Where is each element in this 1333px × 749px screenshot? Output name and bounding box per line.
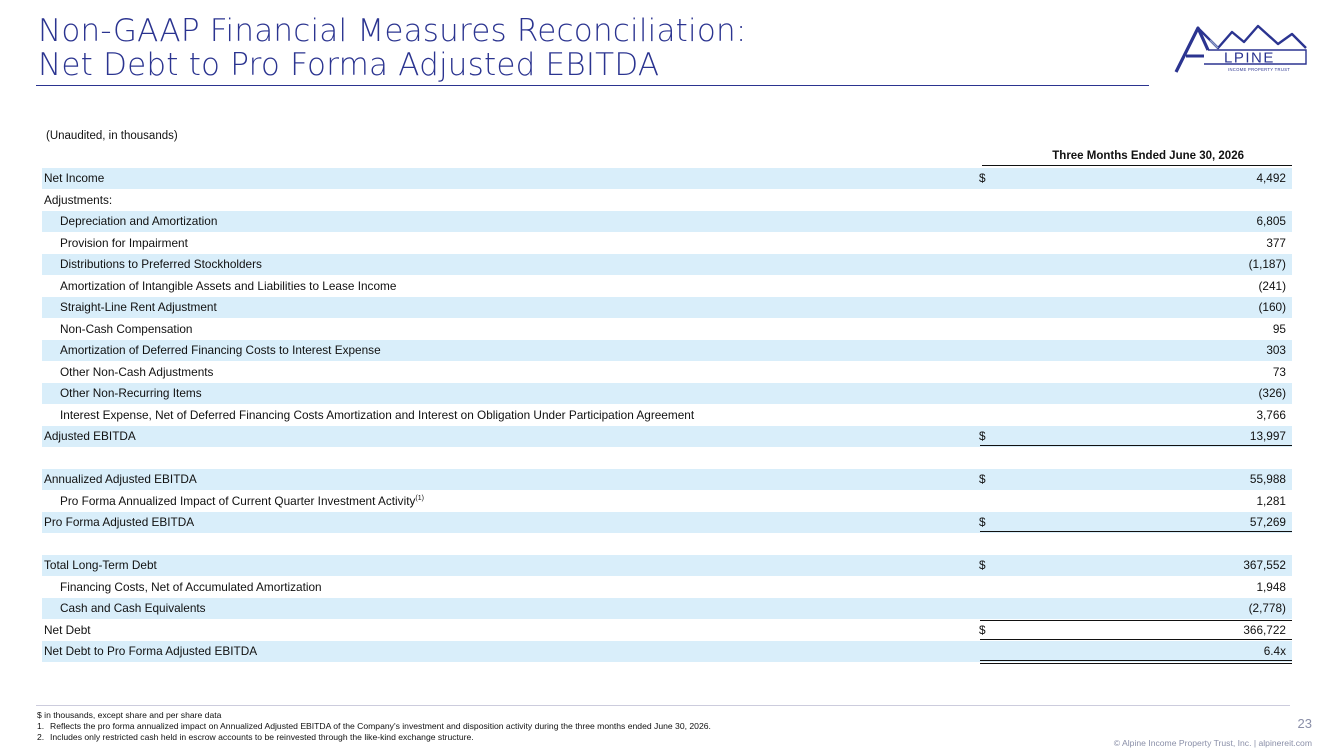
dollar-sign: $ bbox=[979, 623, 986, 637]
row-value: 377 bbox=[1266, 236, 1286, 250]
copyright: © Alpine Income Property Trust, Inc. | a… bbox=[1113, 738, 1312, 748]
row-cash-equivalents: Cash and Cash Equivalents (2,778) bbox=[42, 598, 1292, 621]
footnotes: $ in thousands, except share and per sha… bbox=[37, 710, 711, 743]
dollar-sign: $ bbox=[979, 515, 986, 529]
row-value: (326) bbox=[1258, 386, 1286, 400]
row-label: Annualized Adjusted EBITDA bbox=[44, 472, 197, 486]
title-line-2: Net Debt to Pro Forma Adjusted EBITDA bbox=[38, 47, 660, 83]
svg-text:LPINE: LPINE bbox=[1224, 50, 1275, 67]
footnote-2: 2. Includes only restricted cash held in … bbox=[37, 732, 474, 742]
row-label: Cash and Cash Equivalents bbox=[60, 601, 206, 615]
row-value: (241) bbox=[1258, 279, 1286, 293]
row-total-long-term-debt: Total Long-Term Debt $ 367,552 bbox=[42, 555, 1292, 576]
row-depreciation: Depreciation and Amortization 6,805 bbox=[42, 211, 1292, 232]
row-value: 366,722 bbox=[1243, 623, 1286, 637]
row-value: 4,492 bbox=[1256, 171, 1286, 185]
row-value: 55,988 bbox=[1249, 472, 1286, 486]
title-line-1: Non-GAAP Financial Measures Reconciliati… bbox=[38, 13, 747, 49]
row-net-debt-ratio: Net Debt to Pro Forma Adjusted EBITDA 6.… bbox=[42, 641, 1292, 664]
row-label: Pro Forma Adjusted EBITDA bbox=[44, 515, 195, 529]
dollar-sign: $ bbox=[979, 472, 986, 486]
row-label: Other Non-Cash Adjustments bbox=[60, 365, 214, 379]
row-label: Straight-Line Rent Adjustment bbox=[60, 300, 217, 314]
double-rule-top bbox=[980, 660, 1292, 661]
row-label: Non-Cash Compensation bbox=[60, 322, 193, 336]
row-other-non-cash: Other Non-Cash Adjustments 73 bbox=[42, 362, 1292, 383]
title-divider bbox=[36, 85, 1149, 86]
row-label: Amortization of Intangible Assets and Li… bbox=[60, 279, 397, 293]
units-note: (Unaudited, in thousands) bbox=[46, 130, 178, 142]
row-value: 6.4x bbox=[1263, 644, 1286, 658]
row-value: (160) bbox=[1258, 300, 1286, 314]
row-non-cash-comp: Non-Cash Compensation 95 bbox=[42, 319, 1292, 340]
row-value: 95 bbox=[1272, 322, 1286, 336]
row-label: Total Long-Term Debt bbox=[44, 558, 157, 572]
row-value: 1,281 bbox=[1256, 494, 1286, 508]
row-label: Amortization of Deferred Financing Costs… bbox=[60, 343, 381, 357]
row-adjusted-ebitda: Adjusted EBITDA $ 13,997 bbox=[42, 426, 1292, 447]
row-intangible-amortization: Amortization of Intangible Assets and Li… bbox=[42, 276, 1292, 297]
row-label: Net Income bbox=[44, 171, 105, 185]
total-rule bbox=[980, 445, 1292, 446]
row-label: Other Non-Recurring Items bbox=[60, 386, 202, 400]
row-label: Adjusted EBITDA bbox=[44, 429, 136, 443]
row-pro-forma-impact: Pro Forma Annualized Impact of Current Q… bbox=[42, 491, 1292, 514]
column-header: Three Months Ended June 30, 2026 bbox=[1052, 150, 1244, 162]
dollar-sign: $ bbox=[979, 558, 986, 572]
row-straight-line-rent: Straight-Line Rent Adjustment (160) bbox=[42, 297, 1292, 318]
footnote-units: $ in thousands, except share and per sha… bbox=[37, 710, 222, 720]
row-deferred-financing: Amortization of Deferred Financing Costs… bbox=[42, 340, 1292, 361]
row-value: 303 bbox=[1266, 343, 1286, 357]
total-rule bbox=[980, 531, 1292, 532]
row-value: (1,187) bbox=[1248, 257, 1286, 271]
dollar-sign: $ bbox=[979, 171, 986, 185]
row-other-non-recurring: Other Non-Recurring Items (326) bbox=[42, 383, 1292, 404]
row-value: 1,948 bbox=[1256, 580, 1286, 594]
alpine-logo: LPINE INCOME PROPERTY TRUST bbox=[1170, 18, 1310, 76]
row-label: Interest Expense, Net of Deferred Financ… bbox=[60, 408, 695, 422]
row-interest-expense: Interest Expense, Net of Deferred Financ… bbox=[42, 405, 1292, 428]
svg-text:INCOME PROPERTY TRUST: INCOME PROPERTY TRUST bbox=[1228, 67, 1290, 72]
total-rule bbox=[980, 639, 1292, 640]
row-value: (2,778) bbox=[1248, 601, 1286, 615]
row-pro-forma-adjusted-ebitda: Pro Forma Adjusted EBITDA $ 57,269 bbox=[42, 512, 1292, 533]
double-rule-bottom bbox=[980, 663, 1292, 664]
mountain-logo-icon: LPINE INCOME PROPERTY TRUST bbox=[1174, 24, 1307, 73]
row-value: 3,766 bbox=[1256, 408, 1286, 422]
row-label: Distributions to Preferred Stockholders bbox=[60, 257, 262, 271]
row-value: 13,997 bbox=[1249, 429, 1286, 443]
row-preferred-distributions: Distributions to Preferred Stockholders … bbox=[42, 254, 1292, 275]
page-number: 23 bbox=[1297, 716, 1312, 731]
row-value: 6,805 bbox=[1256, 214, 1286, 228]
footnote-ref: (1) bbox=[415, 495, 424, 503]
row-net-income: Net Income $ 4,492 bbox=[42, 168, 1292, 189]
page-title: Non-GAAP Financial Measures Reconciliati… bbox=[38, 14, 1148, 82]
row-adjustments-header: Adjustments: bbox=[42, 190, 1292, 211]
dollar-sign: $ bbox=[979, 429, 986, 443]
row-label: Net Debt to Pro Forma Adjusted EBITDA bbox=[44, 644, 258, 658]
row-label: Adjustments: bbox=[44, 193, 113, 207]
row-annualized-adjusted-ebitda: Annualized Adjusted EBITDA $ 55,988 bbox=[42, 469, 1292, 490]
row-label: Financing Costs, Net of Accumulated Amor… bbox=[60, 580, 322, 594]
row-label: Pro Forma Annualized Impact of Current Q… bbox=[60, 494, 424, 508]
row-value: 73 bbox=[1272, 365, 1286, 379]
column-header-rule bbox=[982, 165, 1292, 166]
row-financing-costs: Financing Costs, Net of Accumulated Amor… bbox=[42, 577, 1292, 598]
footer-divider bbox=[36, 705, 1290, 706]
footnote-1: 1. Reflects the pro forma annualized impa… bbox=[37, 721, 711, 731]
row-value: 367,552 bbox=[1243, 558, 1286, 572]
row-label: Net Debt bbox=[44, 623, 91, 637]
row-value: 57,269 bbox=[1249, 515, 1286, 529]
row-label: Depreciation and Amortization bbox=[60, 214, 218, 228]
row-label: Provision for Impairment bbox=[60, 236, 188, 250]
row-net-debt: Net Debt $ 366,722 bbox=[42, 620, 1292, 641]
row-impairment: Provision for Impairment 377 bbox=[42, 233, 1292, 254]
